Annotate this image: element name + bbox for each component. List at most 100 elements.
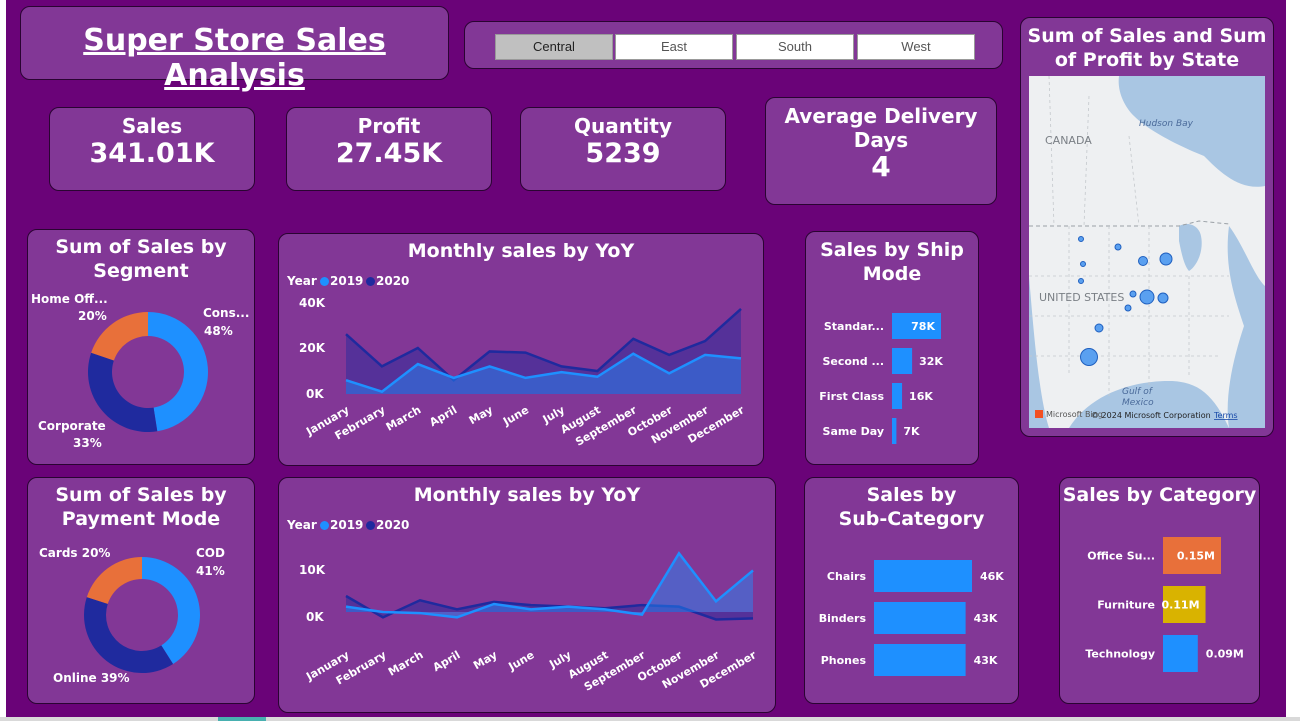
us-canada-border [1029, 220, 1230, 227]
bar-category-label: Phones [821, 654, 867, 667]
map-label-us: UNITED STATES [1039, 291, 1124, 304]
state-bubble [1114, 243, 1122, 251]
state-bubble [1138, 256, 1148, 266]
state-bubble [1157, 292, 1169, 304]
state-bubble [1139, 289, 1155, 305]
bar [874, 602, 966, 634]
bar-value-label: 43K [974, 654, 998, 667]
yoy-chart-1[interactable]: JanuaryFebruaryMarch April May June JulyAugu… [279, 234, 765, 467]
taskbar-strip [0, 717, 1300, 721]
bar-category-label: Chairs [827, 570, 867, 583]
x-tick-label: May [467, 403, 495, 427]
great-lakes-shape [1179, 224, 1202, 271]
x-tick-label: March [386, 648, 426, 678]
page-title: Super Store Sales Analysis [83, 23, 386, 93]
kpi-delivery-label-1: Average Delivery [784, 104, 978, 128]
map-label-canada: CANADA [1045, 134, 1092, 147]
header-card: Super Store Sales Analysis [20, 6, 449, 93]
bar [892, 418, 897, 444]
taskbar-active-indicator [218, 717, 266, 721]
x-tick-label: May [471, 648, 499, 672]
state-bubble [1129, 290, 1137, 298]
kpi-quantity-card: Quantity 5239 [520, 107, 726, 191]
map-copyright: © 2024 Microsoft Corporation [1091, 411, 1211, 420]
donut-slice-online [83, 597, 174, 673]
map-card: Sum of Sales and Sum of Profit by State … [1020, 17, 1274, 437]
map-terms-link: Terms [1213, 411, 1238, 420]
segment-pct-corporate: 33% [73, 436, 102, 450]
subcategory-card: Sales by Sub-Category Chairs 46K Binders 43… [804, 477, 1019, 704]
bar-value-label: 0.09M [1206, 648, 1244, 661]
map-label-gulf-1: Gulf of [1122, 387, 1154, 397]
slicer-option-west[interactable]: West [857, 34, 975, 60]
map-svg: CANADA Hudson Bay UNITED STATES Gulf of … [1029, 76, 1265, 428]
bar [874, 644, 966, 676]
kpi-delivery-value: 4 [871, 150, 891, 183]
state-bubble [1080, 348, 1098, 366]
payment-label-cod: COD [196, 546, 225, 560]
x-tick-label: June [500, 403, 531, 428]
state-bubble [1124, 304, 1132, 312]
kpi-sales-card: Sales 341.01K [49, 107, 255, 191]
bar [1163, 635, 1198, 672]
slicer-option-east[interactable]: East [615, 34, 733, 60]
yoy-chart-2[interactable]: JanuaryFebruaryMarch April May June JulyAugu… [279, 478, 777, 714]
slicer-option-central[interactable]: Central [495, 34, 613, 60]
bar-category-label: Same Day [823, 425, 884, 438]
state-map[interactable]: CANADA Hudson Bay UNITED STATES Gulf of … [1029, 76, 1265, 428]
bar-category-label: First Class [819, 390, 884, 403]
subcat-chart[interactable]: Chairs 46K Binders 43K Phones 43K [805, 478, 1020, 705]
x-tick-label: March [384, 403, 424, 433]
donut-slice-cod [142, 557, 201, 664]
kpi-delivery-card: Average Delivery Days 4 [765, 97, 997, 205]
bar-value-label: 46K [980, 570, 1004, 583]
kpi-sales-label: Sales [121, 114, 183, 138]
kpi-quantity-label: Quantity [574, 114, 672, 138]
category-card: Sales by Category Office Su... 0.15M Furni… [1059, 477, 1260, 704]
kpi-profit-card: Profit 27.45K [286, 107, 492, 191]
kpi-sales-value: 341.01K [89, 138, 215, 169]
atlantic-shape [1227, 226, 1265, 428]
state-bubble [1078, 236, 1084, 242]
ship-mode-card: Sales by Ship Mode Standar... 78K Second .… [805, 231, 979, 465]
category-chart[interactable]: Office Su... 0.15M Furniture 0.11M Technolog… [1060, 478, 1261, 705]
state-bubble [1159, 252, 1173, 266]
map-title-1: Sum of Sales and Sum [1027, 25, 1267, 47]
map-label-hudson: Hudson Bay [1139, 119, 1194, 129]
microsoft-logo [1035, 410, 1043, 418]
kpi-profit-label: Profit [357, 114, 421, 138]
payment-label-cards: Cards 20% [39, 546, 111, 560]
region-slicer: Central East South West [464, 21, 1003, 69]
bar [892, 383, 903, 409]
payment-card: Sum of Sales by Payment Mode Cards 20% C… [27, 477, 255, 704]
x-tick-label: June [506, 648, 537, 673]
state-bubble [1080, 261, 1086, 267]
bar-value-label: 78K [911, 320, 935, 333]
bar-category-label: Standar... [824, 320, 884, 333]
hudson-bay-shape [1118, 76, 1265, 187]
state-bubble [1094, 323, 1104, 333]
state-bubble [1078, 278, 1084, 284]
segment-card: Sum of Sales by Segment Home Off... 20% … [27, 229, 255, 465]
map-label-gulf-2: Mexico [1122, 398, 1154, 408]
bar-category-label: Second ... [822, 355, 884, 368]
slicer-option-south[interactable]: South [736, 34, 854, 60]
x-tick-label: April [427, 403, 459, 429]
payment-pct-cod: 41% [196, 564, 225, 578]
x-tick-label: April [431, 648, 463, 674]
bar-value-label: 43K [974, 612, 998, 625]
segment-pct-home-office: 20% [78, 309, 107, 323]
bar [892, 348, 913, 374]
donut-slice-cards [86, 557, 142, 604]
yoy-chart-2-card: Monthly sales by YoY Year 2019 2020 10K … [278, 477, 776, 713]
donut-slice-consumer [148, 312, 209, 432]
kpi-quantity-value: 5239 [585, 138, 661, 169]
ship-chart[interactable]: Standar... 78K Second ... 32K First Class 16K… [806, 232, 980, 466]
bar-value-label: 16K [909, 390, 933, 403]
bar-category-label: Office Su... [1087, 550, 1155, 563]
segment-pct-consumer: 48% [204, 324, 233, 338]
bar-value-label: 32K [919, 355, 943, 368]
dashboard-canvas: Super Store Sales Analysis Central East … [6, 0, 1286, 717]
map-title-2: of Profit by State [1054, 49, 1240, 71]
kpi-profit-value: 27.45K [335, 138, 443, 169]
